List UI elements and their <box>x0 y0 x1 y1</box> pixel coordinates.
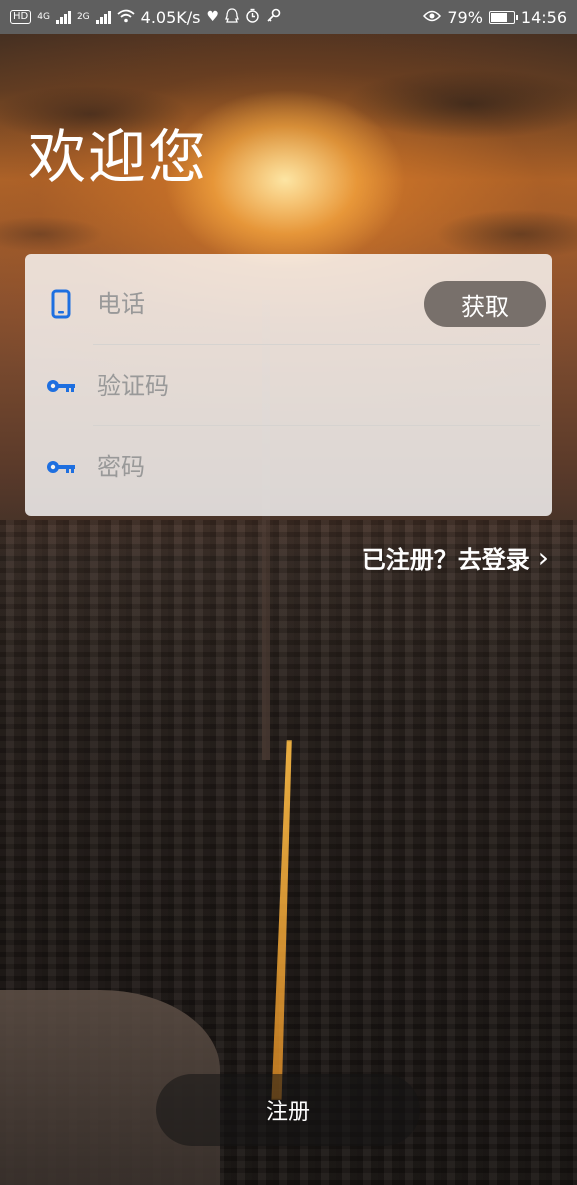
status-bar-left: HD 4G 2G 4.05K/s ♥ <box>10 8 281 27</box>
network-2g-label: 2G <box>76 11 90 22</box>
phone-icon <box>45 288 77 320</box>
password-row <box>25 427 552 507</box>
status-bar-right: 79% 14:56 <box>423 8 567 27</box>
key-status-icon <box>266 8 281 26</box>
network-speed: 4.05K/s <box>140 7 201 27</box>
signal-2-icon <box>95 10 111 24</box>
battery-percent: 79% <box>447 7 483 27</box>
go-to-login-link[interactable]: 已注册？去登录 › <box>362 540 549 575</box>
hd-badge: HD <box>10 10 32 24</box>
go-to-login-label: 已注册？去登录 <box>361 546 530 574</box>
timer-icon <box>245 8 260 26</box>
wifi-icon <box>117 9 135 26</box>
divider <box>93 344 540 345</box>
verification-code-input[interactable] <box>95 365 419 407</box>
get-code-button[interactable]: 获取 <box>424 281 546 327</box>
battery-fill <box>490 12 507 22</box>
clock: 14:56 <box>520 7 567 27</box>
code-row <box>25 346 552 426</box>
phone-input[interactable] <box>95 283 419 325</box>
signal-1-icon <box>55 10 71 24</box>
network-4g-label: 4G <box>37 11 50 22</box>
battery-icon <box>488 10 518 24</box>
phone-row: 获取 <box>25 264 552 344</box>
password-input[interactable] <box>95 446 419 488</box>
key-icon <box>45 451 77 483</box>
register-button[interactable]: 注册 <box>156 1074 420 1146</box>
heart-pulse-icon: ♥ <box>206 9 220 25</box>
divider <box>93 425 540 426</box>
status-bar: HD 4G 2G 4.05K/s ♥ 79% 14:56 <box>0 0 577 34</box>
key-icon <box>45 370 77 402</box>
page-title: 欢迎您 <box>28 123 209 191</box>
qq-icon <box>225 7 239 27</box>
chevron-right-icon: › <box>537 541 549 574</box>
register-form-card: 获取 <box>25 254 552 516</box>
eye-icon <box>423 10 442 25</box>
